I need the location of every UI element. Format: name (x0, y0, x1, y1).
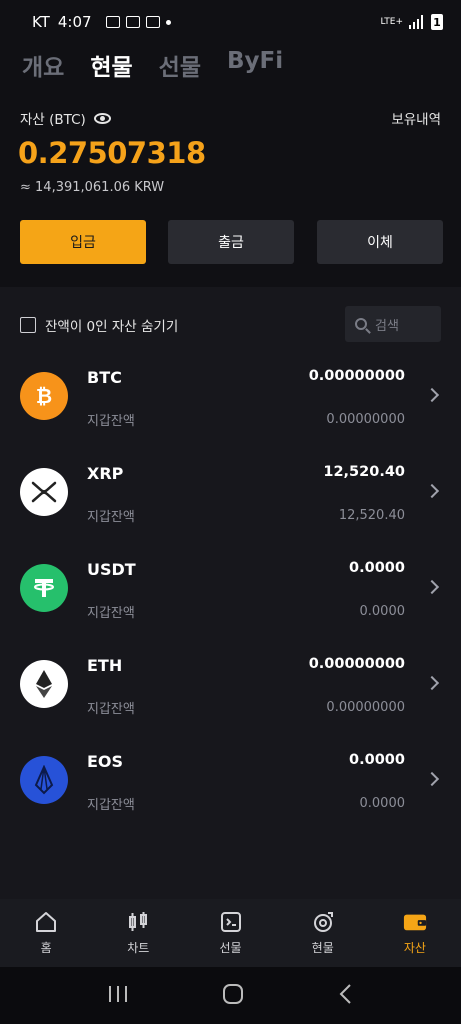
hide-zero-toggle[interactable]: 잔액이 0인 자산 숨기기 (20, 315, 178, 335)
nav-assets[interactable]: 자산 (369, 899, 461, 967)
wallet-icon (403, 910, 427, 934)
coin-wallet-label: 지갑잔액 (87, 510, 135, 525)
status-bar: KT 4:07 LTE+ 1 (0, 0, 461, 44)
coin-symbol: USDT (87, 560, 136, 579)
clock: 4:07 (57, 13, 92, 31)
coin-wallet-balance: 0.0000 (359, 796, 406, 811)
coin-wallet-balance: 0.00000000 (326, 700, 405, 715)
carrier-label: KT (32, 13, 50, 31)
coin-wallet-balance: 0.00000000 (326, 412, 405, 427)
home-icon (34, 910, 58, 934)
home-button-icon[interactable] (222, 983, 244, 1009)
coin-wallet-balance: 12,520.40 (338, 508, 405, 523)
krw-equivalent: ≈ 14,391,061.06 KRW (20, 180, 165, 195)
chevron-right-icon (424, 387, 440, 403)
eye-icon[interactable] (93, 112, 111, 124)
tab-futures[interactable]: 선물 (159, 48, 201, 82)
coin-symbol: XRP (87, 464, 124, 483)
coin-row-btc[interactable]: ₿ BTC 지갑잔액 0.00000000 0.00000000 (0, 362, 461, 458)
coin-symbol: ETH (87, 656, 123, 675)
transfer-button[interactable]: 이체 (317, 220, 443, 264)
futures-icon (219, 910, 243, 934)
hide-zero-label: 잔액이 0인 자산 숨기기 (45, 319, 179, 335)
back-icon[interactable] (338, 983, 354, 1009)
asset-label: 자산 (BTC) (20, 108, 111, 128)
search-input[interactable]: 검색 (345, 306, 441, 342)
tether-icon (20, 564, 68, 612)
chevron-right-icon (424, 675, 440, 691)
recent-apps-icon[interactable] (107, 984, 129, 1008)
asset-label-text: 자산 (BTC) (20, 112, 86, 128)
holdings-link[interactable]: 보유내역 (391, 108, 441, 128)
spot-icon (311, 910, 335, 934)
search-placeholder: 검색 (375, 318, 399, 334)
coin-wallet-label: 지갑잔액 (87, 606, 135, 621)
coin-wallet-balance: 0.0000 (359, 604, 406, 619)
coin-amount: 0.00000000 (308, 656, 405, 672)
notification-dot-icon (165, 19, 171, 25)
coin-row-eth[interactable]: ETH 지갑잔액 0.00000000 0.00000000 (0, 650, 461, 746)
coin-wallet-label: 지갑잔액 (87, 798, 135, 813)
ethereum-icon (20, 660, 68, 708)
tab-overview[interactable]: 개요 (22, 48, 64, 82)
bottom-nav: 홈 차트 선물 현물 자산 (0, 899, 461, 967)
nav-spot[interactable]: 현물 (277, 899, 369, 967)
nav-home[interactable]: 홈 (0, 899, 92, 967)
nav-label: 자산 (403, 941, 426, 955)
chevron-right-icon (424, 579, 440, 595)
checkbox-icon[interactable] (20, 317, 36, 333)
coin-row-xrp[interactable]: XRP 지갑잔액 12,520.40 12,520.40 (0, 458, 461, 554)
withdraw-button[interactable]: 출금 (168, 220, 294, 264)
gallery-icon (105, 16, 120, 28)
tab-byfi[interactable]: ByFi (227, 48, 283, 82)
signal-icon (409, 15, 423, 29)
bitcoin-icon: ₿ (20, 372, 68, 420)
coin-amount: 12,520.40 (323, 464, 405, 480)
coin-wallet-label: 지갑잔액 (87, 702, 135, 717)
coin-wallet-label: 지갑잔액 (87, 414, 135, 429)
coin-amount: 0.0000 (349, 752, 405, 768)
chevron-right-icon (424, 771, 440, 787)
chart-icon (126, 910, 150, 934)
talk-icon (125, 16, 140, 28)
total-balance: 0.27507318 (18, 136, 206, 170)
asset-tabs: 개요 현물 선물 ByFi (22, 48, 283, 82)
network-label: LTE+ (380, 17, 404, 27)
coin-amount: 0.00000000 (308, 368, 405, 384)
nav-futures[interactable]: 선물 (184, 899, 276, 967)
nav-label: 현물 (311, 941, 334, 955)
tab-spot[interactable]: 현물 (90, 48, 132, 82)
pill-icon (145, 16, 160, 28)
eos-icon (20, 756, 68, 804)
nav-label: 홈 (40, 941, 52, 955)
coin-symbol: BTC (87, 368, 122, 387)
deposit-button[interactable]: 입금 (20, 220, 146, 264)
xrp-icon (20, 468, 68, 516)
battery-icon: 1 (431, 14, 443, 30)
nav-label: 차트 (127, 941, 150, 955)
coin-amount: 0.0000 (349, 560, 405, 576)
coin-row-eos[interactable]: EOS 지갑잔액 0.0000 0.0000 (0, 746, 461, 842)
chevron-right-icon (424, 483, 440, 499)
coin-symbol: EOS (87, 752, 124, 771)
system-nav-bar (0, 967, 461, 1024)
coin-row-usdt[interactable]: USDT 지갑잔액 0.0000 0.0000 (0, 554, 461, 650)
nav-label: 선물 (219, 941, 242, 955)
search-icon (355, 318, 367, 330)
svg-text:₿: ₿ (36, 384, 52, 408)
nav-chart[interactable]: 차트 (92, 899, 184, 967)
